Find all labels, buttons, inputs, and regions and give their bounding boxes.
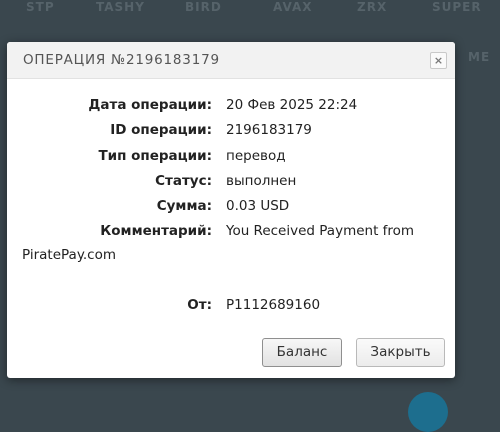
field-type: Тип операции: перевод: [7, 145, 455, 167]
close-button[interactable]: Закрыть: [356, 338, 445, 367]
field-value: You Received Payment from: [226, 223, 415, 239]
bg-tab[interactable]: BIRD: [185, 0, 222, 14]
bg-circle-icon: [408, 392, 448, 432]
modal-header: ОПЕРАЦИЯ №2196183179 ×: [7, 42, 455, 79]
bg-tab[interactable]: STP: [26, 0, 55, 14]
field-value: 2196183179: [226, 122, 312, 138]
field-value: перевод: [226, 148, 286, 164]
field-comment: Комментарий: You Received Payment from: [7, 220, 455, 242]
bg-tab[interactable]: SUPER: [432, 0, 482, 14]
field-value: 0.03 USD: [226, 198, 290, 214]
field-id: ID операции: 2196183179: [7, 119, 455, 141]
field-value: выполнен: [226, 173, 297, 189]
field-from: От: P1112689160: [7, 294, 455, 316]
field-date: Дата операции: 20 Фев 2025 22:24: [7, 94, 455, 116]
field-label: Тип операции:: [98, 148, 212, 164]
bg-tab[interactable]: TASHY: [96, 0, 145, 14]
field-label: Статус:: [155, 173, 212, 189]
field-amount: Сумма: 0.03 USD: [7, 195, 455, 217]
field-status: Статус: выполнен: [7, 170, 455, 192]
field-comment-continuation: PiratePay.com: [22, 247, 117, 263]
field-label: Комментарий:: [100, 223, 212, 239]
field-value: P1112689160: [226, 297, 321, 313]
bg-tab[interactable]: ZRX: [357, 0, 387, 14]
operation-modal: ОПЕРАЦИЯ №2196183179 × Дата операции: 20…: [7, 42, 455, 378]
bg-tab[interactable]: AVAX: [273, 0, 312, 14]
background-tabs: STP TASHY BIRD AVAX ZRX SUPER: [0, 0, 500, 20]
field-label: Дата операции:: [88, 97, 212, 113]
close-icon[interactable]: ×: [430, 52, 447, 69]
bg-more-tab[interactable]: МЕ: [468, 50, 490, 64]
modal-title: ОПЕРАЦИЯ №2196183179: [23, 52, 220, 68]
field-label: ID операции:: [110, 122, 212, 138]
field-value: 20 Фев 2025 22:24: [226, 97, 358, 113]
balance-button[interactable]: Баланс: [262, 338, 342, 367]
field-label: Сумма:: [156, 198, 212, 214]
field-label: От:: [187, 297, 212, 313]
